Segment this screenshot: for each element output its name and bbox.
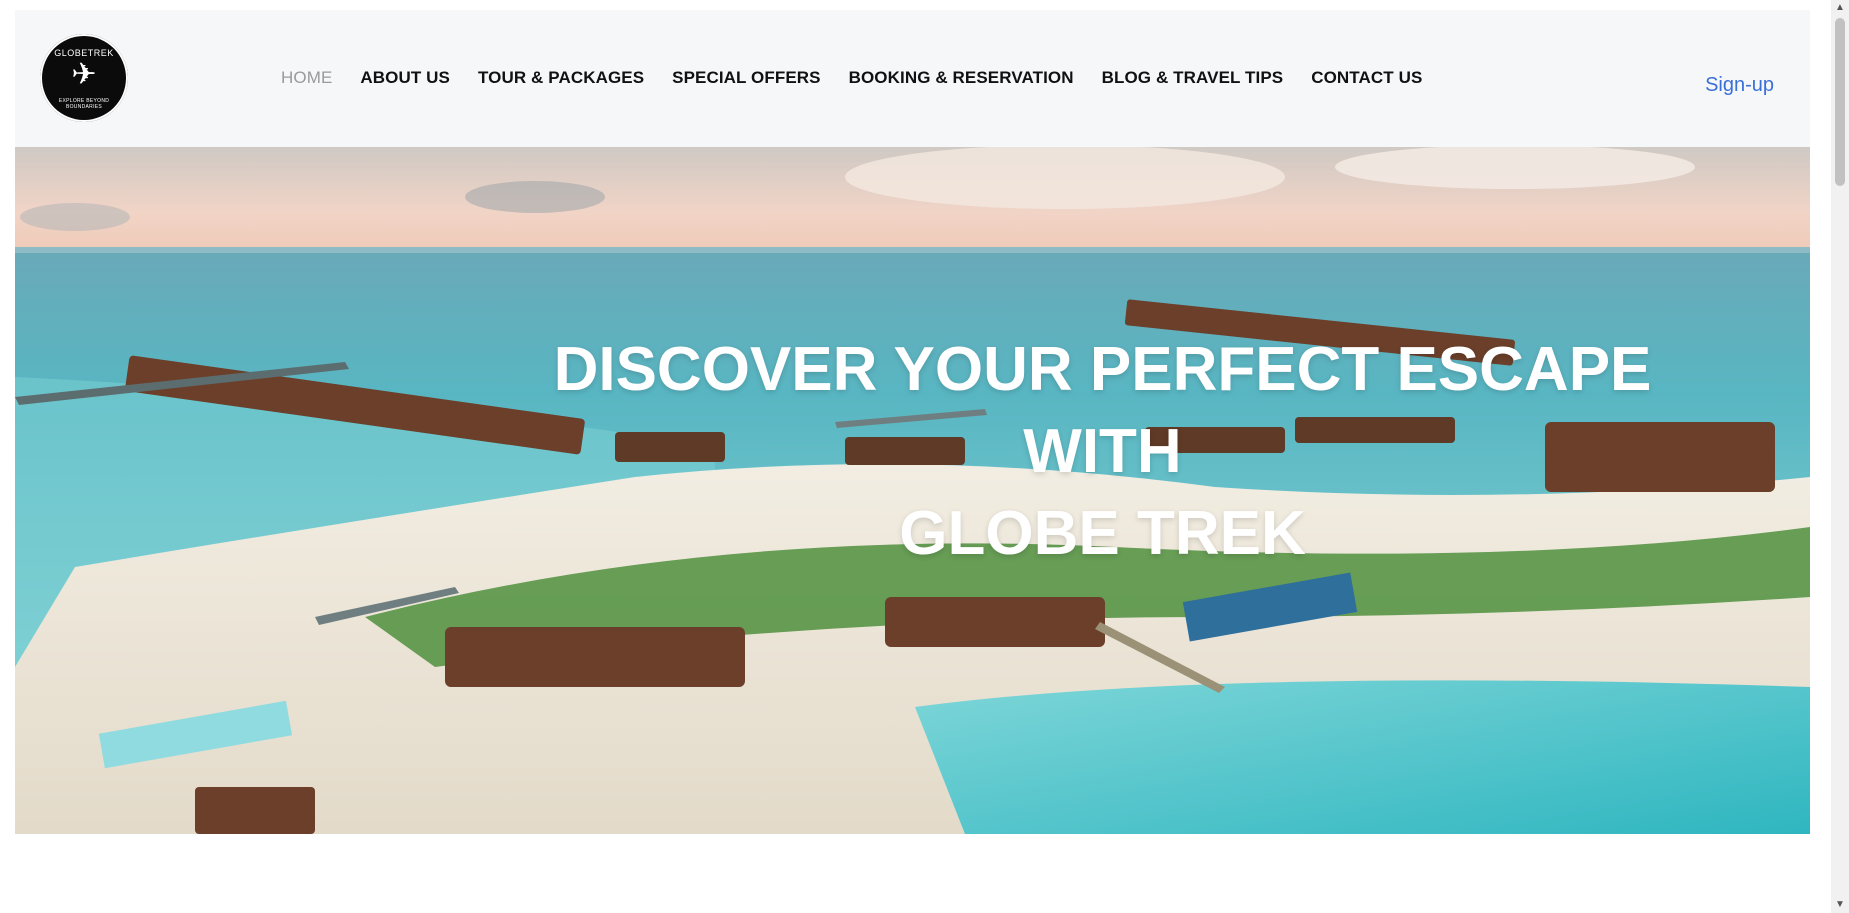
airplane-icon: ✈: [71, 58, 97, 91]
nav-item-blog-travel-tips[interactable]: BLOG & TRAVEL TIPS: [1102, 68, 1284, 88]
nav-item-about-us[interactable]: ABOUT US: [360, 68, 450, 88]
vertical-scrollbar[interactable]: ▲ ▼: [1831, 0, 1849, 913]
scrollbar-thumb[interactable]: [1835, 18, 1845, 186]
nav-item-contact-us[interactable]: CONTACT US: [1311, 68, 1422, 88]
nav-item-booking-reservation[interactable]: BOOKING & RESERVATION: [849, 68, 1074, 88]
hero-title-line-1: DISCOVER YOUR PERFECT ESCAPE WITH: [553, 334, 1652, 486]
hero-title-line-2: GLOBE TREK: [899, 498, 1306, 568]
page: GLOBETREK ✈ EXPLORE BEYOND BOUNDARIES HO…: [15, 10, 1810, 834]
nav-item-home[interactable]: HOME: [281, 68, 332, 88]
hero-title: DISCOVER YOUR PERFECT ESCAPE WITH GLOBE …: [515, 329, 1690, 575]
main-nav: HOME ABOUT US TOUR & PACKAGES SPECIAL OF…: [281, 68, 1450, 88]
scroll-up-icon[interactable]: ▲: [1834, 2, 1846, 14]
logo-title: GLOBETREK: [54, 48, 114, 58]
navbar: GLOBETREK ✈ EXPLORE BEYOND BOUNDARIES HO…: [15, 10, 1810, 147]
hero-banner: DISCOVER YOUR PERFECT ESCAPE WITH GLOBE …: [15, 147, 1810, 834]
nav-item-special-offers[interactable]: SPECIAL OFFERS: [672, 68, 820, 88]
logo-tagline: EXPLORE BEYOND BOUNDARIES: [58, 98, 110, 110]
brand-logo[interactable]: GLOBETREK ✈ EXPLORE BEYOND BOUNDARIES: [40, 34, 128, 122]
nav-item-tour-packages[interactable]: TOUR & PACKAGES: [478, 68, 644, 88]
signup-link[interactable]: Sign-up: [1705, 74, 1774, 97]
scroll-down-icon[interactable]: ▼: [1834, 899, 1846, 911]
